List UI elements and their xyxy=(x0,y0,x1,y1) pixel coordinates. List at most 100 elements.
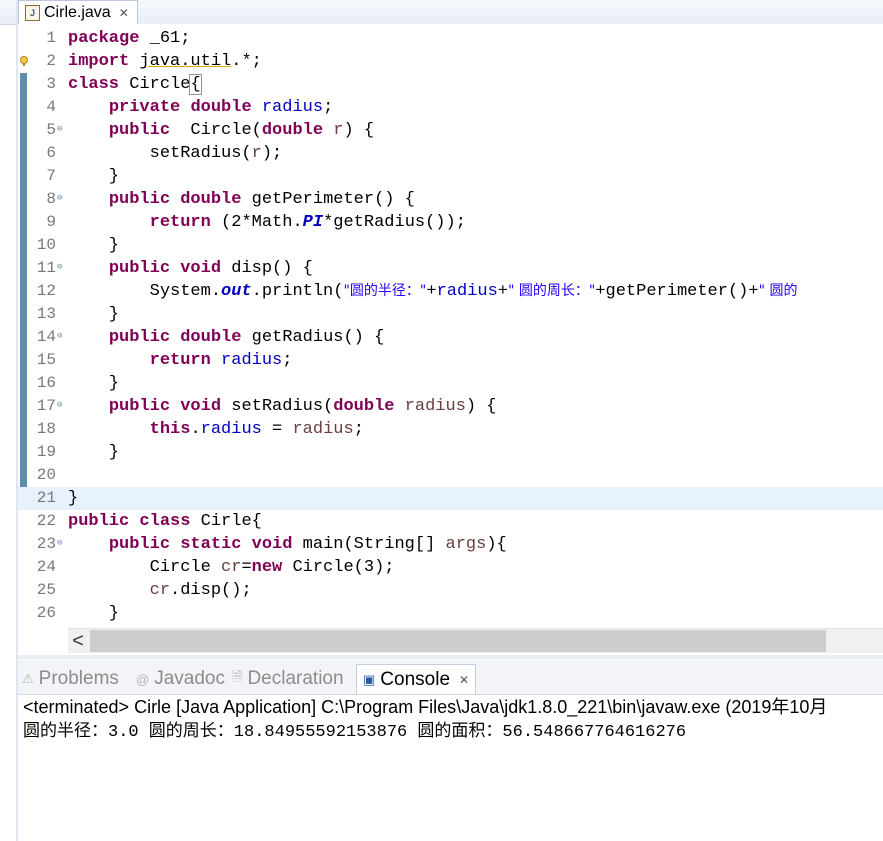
line-number: 23 xyxy=(36,535,56,553)
code-line[interactable]: 4 private double radius; xyxy=(18,96,883,119)
code-token: double xyxy=(261,121,324,140)
code-token: ) { xyxy=(465,397,497,416)
code-line[interactable]: 26 } xyxy=(18,602,883,625)
code-line[interactable]: 7 } xyxy=(18,165,883,188)
code-token: ); xyxy=(261,144,283,163)
code-line[interactable]: 24 Circle cr=new Circle(3); xyxy=(18,556,883,579)
code-token: cr xyxy=(221,558,242,577)
tab-label: Javadoc xyxy=(154,668,225,689)
code-line[interactable]: 11 ⊖ public void disp() { xyxy=(18,257,883,280)
code-text: public class Cirle{ xyxy=(68,510,262,533)
scrollbar-thumb[interactable] xyxy=(90,630,826,652)
code-line[interactable]: 10 } xyxy=(18,234,883,257)
line-number: 20 xyxy=(36,466,56,484)
fold-toggle-icon[interactable]: ⊖ xyxy=(57,124,62,134)
code-line[interactable]: 8 ⊖ public double getPerimeter() { xyxy=(18,188,883,211)
horizontal-scrollbar[interactable]: < xyxy=(68,628,883,653)
tab-problems[interactable]: ⚠ Problems xyxy=(22,664,119,694)
code-text: } xyxy=(68,165,119,188)
code-token: void xyxy=(180,259,222,278)
code-token: "圆的半径：" xyxy=(343,283,427,299)
tab-console[interactable]: ▣ Console ✕ xyxy=(356,664,477,694)
code-line[interactable]: 12 System.out.println("圆的半径："+radius+" 圆… xyxy=(18,280,883,303)
code-token: } xyxy=(68,236,120,255)
line-number: 11 xyxy=(36,259,56,277)
scroll-left-arrow-icon[interactable]: < xyxy=(68,629,88,653)
code-line[interactable]: 22 public class Cirle{ xyxy=(18,510,883,533)
code-text: return (2*Math.PI*getRadius()); xyxy=(68,211,466,234)
tab-label: Declaration xyxy=(247,668,344,689)
fold-toggle-icon[interactable]: ⊖ xyxy=(57,193,62,203)
tab-label: Problems xyxy=(38,668,119,689)
code-token: double xyxy=(333,397,395,416)
code-token: Circle xyxy=(68,558,222,577)
code-line[interactable]: 1 package _61; xyxy=(18,27,883,50)
warning-marker-icon[interactable] xyxy=(20,54,30,66)
fold-toggle-icon[interactable]: ⊖ xyxy=(57,400,62,410)
code-token: return xyxy=(149,213,211,232)
code-line[interactable]: 6 setRadius(r); xyxy=(18,142,883,165)
code-line[interactable]: 17 ⊖ public void setRadius(double radius)… xyxy=(18,395,883,418)
code-token: .*; xyxy=(231,52,262,71)
code-text: import java.util.*; xyxy=(68,50,262,73)
code-line[interactable]: 23 ⊖ public static void main(String[] arg… xyxy=(18,533,883,556)
code-token: } xyxy=(68,489,79,508)
editor-tab-title: Cirle.java xyxy=(44,3,111,21)
code-line[interactable]: 9 return (2*Math.PI*getRadius()); xyxy=(18,211,883,234)
code-line[interactable]: 13 } xyxy=(18,303,883,326)
editor-tab-cirle-java[interactable]: J Cirle.java ✕ xyxy=(18,0,138,24)
code-token: +getPerimeter()+ xyxy=(595,282,759,301)
code-token: ){ xyxy=(486,535,507,554)
code-token: setRadius( xyxy=(68,144,252,163)
code-token: + xyxy=(497,282,508,301)
code-line[interactable]: 25 cr.disp(); xyxy=(18,579,883,602)
fold-toggle-icon[interactable]: ⊖ xyxy=(57,262,62,272)
panel-separator[interactable] xyxy=(18,655,883,659)
line-number: 8 xyxy=(46,190,56,208)
tab-javadoc[interactable]: @ Javadoc xyxy=(136,664,225,694)
code-token: ; xyxy=(323,98,334,117)
code-line[interactable]: 2 import java.util.*; xyxy=(18,50,883,73)
code-line[interactable]: 18 this.radius = radius; xyxy=(18,418,883,441)
code-line[interactable]: 14 ⊖ public double getRadius() { xyxy=(18,326,883,349)
code-token: public xyxy=(68,512,130,531)
code-token: private xyxy=(108,98,181,117)
code-token: _61; xyxy=(139,29,191,48)
code-line[interactable]: 3 class Circle{ xyxy=(18,73,883,96)
code-token: radius xyxy=(292,420,354,439)
code-text: Circle cr=new Circle(3); xyxy=(68,556,395,579)
tab-declaration[interactable]: 🗎 Declaration xyxy=(232,664,344,694)
line-number: 4 xyxy=(46,98,56,116)
line-number: 16 xyxy=(36,374,56,392)
code-line[interactable]: 16 } xyxy=(18,372,883,395)
fold-toggle-icon[interactable]: ⊖ xyxy=(57,331,62,341)
code-line[interactable]: 21} xyxy=(18,487,883,510)
code-token: void xyxy=(180,397,222,416)
code-token: public xyxy=(108,121,171,140)
code-line[interactable]: 20 xyxy=(18,464,883,487)
close-tab-icon[interactable]: ✕ xyxy=(119,6,129,20)
line-number: 7 xyxy=(46,167,56,185)
code-token: } xyxy=(68,305,120,324)
code-text: public double getRadius() { xyxy=(68,326,384,349)
code-editor[interactable]: 1 package _61; 2 import java.util.*; 3 class … xyxy=(18,24,883,628)
console-output[interactable]: 圆的半径：3.0 圆的周长：18.84955592153876 圆的面积：56.… xyxy=(23,721,686,744)
code-token: .disp(); xyxy=(170,581,252,600)
close-console-icon[interactable]: ✕ xyxy=(459,673,469,687)
fold-toggle-icon[interactable]: ⊖ xyxy=(57,538,62,548)
code-line[interactable]: 19 } xyxy=(18,441,883,464)
code-text: } xyxy=(68,487,78,510)
code-token: radius xyxy=(200,420,262,439)
code-token: void xyxy=(251,535,293,554)
code-line[interactable]: 5 ⊖ public Circle(double r) { xyxy=(18,119,883,142)
line-number: 5 xyxy=(46,121,56,139)
code-text: class Circle{ xyxy=(68,73,202,96)
code-line[interactable]: 15 return radius; xyxy=(18,349,883,372)
